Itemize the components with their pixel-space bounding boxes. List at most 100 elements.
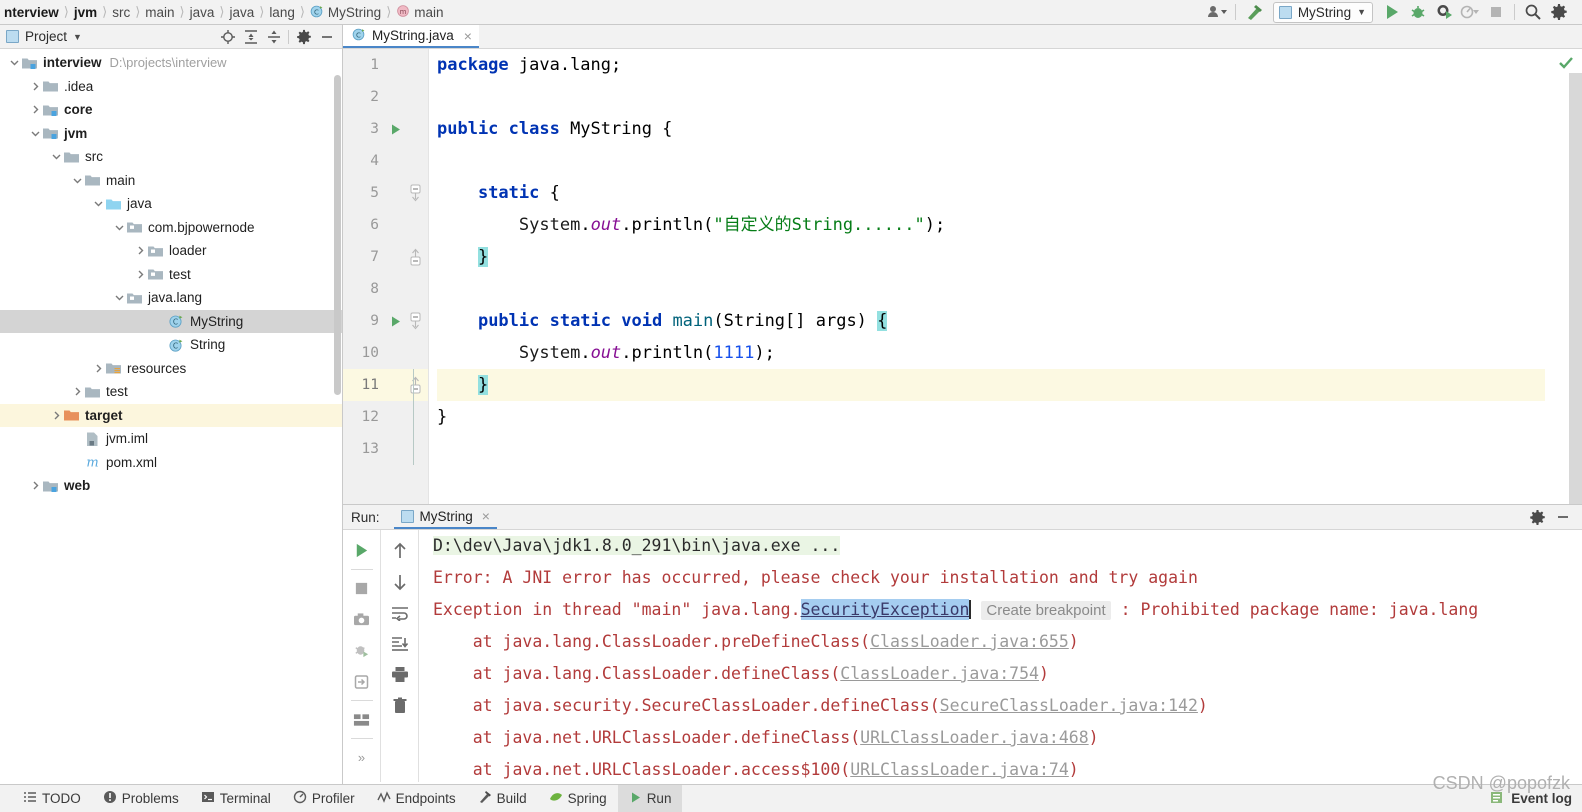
stack-frame-link[interactable]: SecureClassLoader.java:142 bbox=[940, 696, 1198, 715]
breadcrumb-item-mystring[interactable]: C MyString bbox=[308, 0, 383, 24]
tree-expand-arrow-icon[interactable] bbox=[155, 315, 168, 328]
tab-mystring-java[interactable]: C MyString.java × bbox=[343, 25, 479, 48]
run-configuration-selector[interactable]: MyString ▼ bbox=[1272, 1, 1373, 23]
tree-expand-arrow-icon[interactable] bbox=[29, 80, 42, 93]
status-bar-item-profiler[interactable]: Profiler bbox=[282, 785, 366, 812]
tree-node-string[interactable]: C String bbox=[0, 333, 342, 357]
breadcrumb-item-main-method[interactable]: m main bbox=[394, 0, 445, 24]
close-icon[interactable]: × bbox=[464, 28, 472, 44]
tree-node-test[interactable]: test bbox=[0, 263, 342, 287]
gutter-line-1[interactable]: 1 bbox=[343, 49, 428, 81]
code-line-13[interactable] bbox=[437, 433, 1545, 465]
code-line-2[interactable] bbox=[437, 81, 1545, 113]
tree-node-main[interactable]: main bbox=[0, 169, 342, 193]
hide-panel-icon[interactable] bbox=[1550, 506, 1576, 528]
project-panel-title[interactable]: Project ▼ bbox=[6, 29, 82, 44]
tree-node-test[interactable]: test bbox=[0, 380, 342, 404]
delete-icon[interactable] bbox=[386, 690, 414, 721]
code-line-3[interactable]: public class MyString { bbox=[437, 113, 1545, 145]
status-bar-item-spring[interactable]: Spring bbox=[538, 785, 618, 812]
scroll-to-end-icon[interactable] bbox=[386, 628, 414, 659]
gutter-line-3[interactable]: 3 bbox=[343, 113, 428, 145]
tree-expand-arrow-icon[interactable] bbox=[71, 456, 84, 469]
breadcrumb-item-main[interactable]: main bbox=[143, 0, 176, 24]
run-console-output[interactable]: D:\dev\Java\jdk1.8.0_291\bin\java.exe ..… bbox=[419, 530, 1582, 782]
breadcrumb-item-java-pkg[interactable]: java bbox=[227, 0, 256, 24]
run-icon[interactable] bbox=[1379, 1, 1405, 23]
print-icon[interactable] bbox=[386, 659, 414, 690]
export-icon[interactable] bbox=[348, 666, 376, 697]
expand-more-icon[interactable]: » bbox=[348, 742, 376, 773]
close-icon[interactable]: × bbox=[482, 508, 490, 524]
gutter-line-5[interactable]: 5 bbox=[343, 177, 428, 209]
gear-icon[interactable] bbox=[1524, 506, 1550, 528]
stack-frame-link[interactable]: URLClassLoader.java:468 bbox=[860, 728, 1088, 747]
tree-node--idea[interactable]: .idea bbox=[0, 75, 342, 99]
down-arrow-icon[interactable] bbox=[386, 566, 414, 597]
tree-expand-arrow-icon[interactable] bbox=[92, 362, 105, 375]
status-bar-item-problems[interactable]: Problems bbox=[92, 785, 190, 812]
run-with-coverage-icon[interactable] bbox=[1431, 1, 1457, 23]
tree-node-core[interactable]: core bbox=[0, 98, 342, 122]
gutter-line-4[interactable]: 4 bbox=[343, 145, 428, 177]
stack-frame-link[interactable]: URLClassLoader.java:74 bbox=[850, 760, 1069, 779]
expand-all-icon[interactable] bbox=[239, 27, 262, 47]
collapse-all-icon[interactable] bbox=[262, 27, 285, 47]
gutter-line-11[interactable]: 11 bbox=[343, 369, 428, 401]
project-tree-scrollbar[interactable] bbox=[334, 75, 341, 395]
tree-expand-arrow-icon[interactable] bbox=[113, 221, 126, 234]
status-bar-item-run[interactable]: Run bbox=[617, 785, 683, 812]
tree-expand-arrow-icon[interactable] bbox=[50, 150, 63, 163]
tree-expand-arrow-icon[interactable] bbox=[71, 174, 84, 187]
editor-gutter[interactable]: 1 2 3 4 5 6 7 8 9 10 11 12 13 bbox=[343, 49, 429, 504]
hammer-build-icon[interactable] bbox=[1241, 1, 1267, 23]
code-editor[interactable]: package java.lang; public class MyString … bbox=[429, 49, 1545, 504]
breadcrumb-item-interview[interactable]: nterview bbox=[2, 0, 61, 24]
gutter-line-6[interactable]: 6 bbox=[343, 209, 428, 241]
gutter-run-icon[interactable] bbox=[386, 123, 404, 136]
code-line-9[interactable]: public static void main(String[] args) { bbox=[437, 305, 1545, 337]
gutter-line-9[interactable]: 9 bbox=[343, 305, 428, 337]
tree-expand-arrow-icon[interactable] bbox=[134, 268, 147, 281]
tree-expand-arrow-icon[interactable] bbox=[50, 409, 63, 422]
tree-expand-arrow-icon[interactable] bbox=[113, 291, 126, 304]
gutter-line-8[interactable]: 8 bbox=[343, 273, 428, 305]
editor-scrollbar[interactable] bbox=[1569, 73, 1582, 504]
stop-icon[interactable] bbox=[1483, 1, 1509, 23]
code-line-5[interactable]: static { bbox=[437, 177, 1545, 209]
gutter-line-13[interactable]: 13 bbox=[343, 433, 428, 465]
tree-node-interview[interactable]: interview D:\projects\interview bbox=[0, 51, 342, 75]
code-line-4[interactable] bbox=[437, 145, 1545, 177]
ok-check-icon[interactable] bbox=[1558, 56, 1574, 74]
fold-end-icon[interactable] bbox=[408, 241, 422, 273]
gutter-line-2[interactable]: 2 bbox=[343, 81, 428, 113]
settings-icon[interactable] bbox=[1546, 1, 1572, 23]
tree-node-com-bjpowernode[interactable]: com.bjpowernode bbox=[0, 216, 342, 240]
tree-expand-arrow-icon[interactable] bbox=[29, 127, 42, 140]
code-line-10[interactable]: System.out.println(1111); bbox=[437, 337, 1545, 369]
code-line-12[interactable]: } bbox=[437, 401, 1545, 433]
rerun-failed-icon[interactable] bbox=[348, 635, 376, 666]
hide-panel-icon[interactable] bbox=[315, 27, 338, 47]
status-bar-item-endpoints[interactable]: Endpoints bbox=[366, 785, 467, 812]
tree-expand-arrow-icon[interactable] bbox=[8, 56, 21, 69]
search-icon[interactable] bbox=[1520, 1, 1546, 23]
stack-frame-link[interactable]: ClassLoader.java:655 bbox=[870, 632, 1069, 651]
screenshot-icon[interactable] bbox=[348, 604, 376, 635]
tree-node-java-lang[interactable]: java.lang bbox=[0, 286, 342, 310]
layout-icon[interactable] bbox=[348, 704, 376, 735]
gutter-run-icon[interactable] bbox=[386, 315, 404, 328]
debug-icon[interactable] bbox=[1405, 1, 1431, 23]
tree-node-target[interactable]: target bbox=[0, 403, 342, 427]
tree-expand-arrow-icon[interactable] bbox=[71, 432, 84, 445]
status-bar-item-build[interactable]: Build bbox=[467, 785, 538, 812]
tree-node-jvm-iml[interactable]: jvm.iml bbox=[0, 427, 342, 451]
exception-name-link[interactable]: SecurityException bbox=[800, 599, 970, 620]
fold-start-icon[interactable] bbox=[408, 177, 422, 209]
tree-node-java[interactable]: java bbox=[0, 192, 342, 216]
tree-expand-arrow-icon[interactable] bbox=[29, 103, 42, 116]
locate-icon[interactable] bbox=[216, 27, 239, 47]
project-tree[interactable]: interview D:\projects\interview .idea core j… bbox=[0, 49, 342, 784]
breadcrumb-item-jvm[interactable]: jvm bbox=[72, 0, 99, 24]
tree-expand-arrow-icon[interactable] bbox=[71, 385, 84, 398]
